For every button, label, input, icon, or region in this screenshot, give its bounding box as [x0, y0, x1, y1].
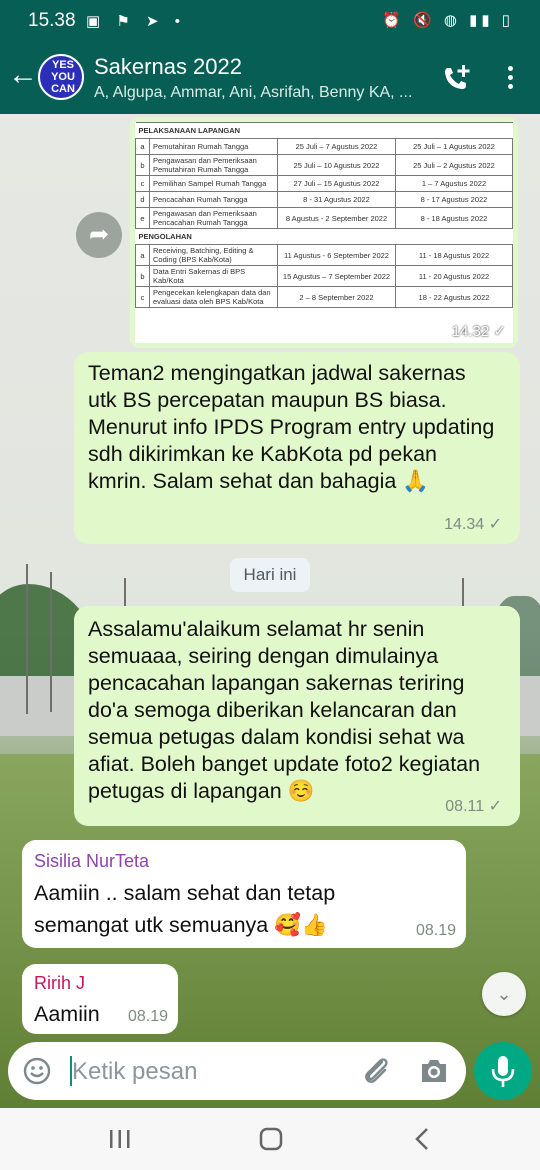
sender-name[interactable]: Ririh J [34, 970, 166, 997]
group-title[interactable]: Sakernas 2022 [94, 54, 242, 80]
date-chip: Hari ini [230, 558, 310, 592]
message-bubble-incoming[interactable]: Ririh J Aamiin 08.19 [22, 964, 178, 1034]
message-time: 14.34 ✓ [444, 516, 502, 533]
table-row: b Data Entri Sakernas di BPS Kab/Kota 15… [135, 265, 513, 287]
notification-icons: ▣ ⚑ ➤ • [86, 13, 186, 30]
table-row: a Receiving, Batching, Editing & Coding … [135, 244, 513, 266]
back-arrow-icon[interactable]: ← [8, 60, 38, 94]
status-bar: 15.38 ▣ ⚑ ➤ • ⏰ 🔇 ◍ ▮▮ ▯ [0, 0, 540, 42]
message-bubble-outgoing[interactable]: Assalamu'alaikum selamat hr senin semuaa… [74, 606, 520, 826]
table-row: b Pengawasan dan Pemeriksaan Pemutahiran… [135, 154, 513, 176]
status-time: 15.38 [28, 10, 76, 31]
table-row: c Pemilihan Sampel Rumah Tangga 27 Juli … [135, 175, 513, 192]
table-row: e Pengawasan dan Pemeriksaan Pencacahan … [135, 207, 513, 229]
camera-icon[interactable] [418, 1056, 450, 1086]
group-members[interactable]: A, Algupa, Ammar, Ani, Asrifah, Benny KA… [94, 84, 412, 102]
section-title: PELAKSANAAN LAPANGAN [135, 122, 513, 139]
attach-icon[interactable] [360, 1054, 392, 1088]
message-time: 14.32 ✓ [451, 323, 506, 340]
system-icons: ⏰ 🔇 ◍ ▮▮ ▯ [382, 12, 514, 29]
table-row: c Pengecekan kelengkapan data dan evalua… [135, 286, 513, 308]
message-bubble-outgoing[interactable]: Teman2 mengingatkan jadwal sakernas utk … [74, 352, 520, 544]
recent-apps-icon[interactable] [108, 1128, 132, 1150]
forward-icon[interactable]: ➦ [76, 212, 122, 258]
table-row: d Pencacahan Rumah Tangga 8 - 31 Agustus… [135, 191, 513, 208]
mic-icon[interactable] [474, 1042, 532, 1100]
message-composer[interactable]: Ketik pesan [8, 1042, 466, 1100]
system-navigation-bar [0, 1108, 540, 1170]
message-text: Teman2 mengingatkan jadwal sakernas utk … [88, 361, 495, 493]
table-row: a Pemutahiran Rumah Tangga 25 Juli – 7 A… [135, 138, 513, 155]
group-avatar[interactable]: YES YOU CAN [38, 54, 84, 100]
message-text: Aamiin .. salam sehat dan tetap semangat… [34, 881, 336, 937]
message-input[interactable]: Ketik pesan [72, 1058, 197, 1086]
add-call-icon[interactable] [440, 62, 472, 94]
message-time: 08.19 [415, 922, 456, 939]
schedule-image[interactable]: PELAKSANAAN LAPANGAN a Pemutahiran Rumah… [135, 122, 513, 343]
message-time: 08.11 ✓ [445, 798, 502, 815]
more-options-icon[interactable] [500, 62, 520, 94]
message-bubble-incoming[interactable]: Sisilia NurTeta Aamiin .. salam sehat da… [22, 840, 466, 948]
message-time: 08.19 [127, 1008, 168, 1025]
message-text: Assalamu'alaikum selamat hr senin semuaa… [88, 617, 481, 803]
chat-header: 15.38 ▣ ⚑ ➤ • ⏰ 🔇 ◍ ▮▮ ▯ ← YES YOU CAN S… [0, 0, 540, 114]
sender-name[interactable]: Sisilia NurTeta [34, 848, 454, 875]
home-icon[interactable] [258, 1126, 284, 1152]
emoji-icon[interactable] [22, 1056, 52, 1086]
scroll-down-icon[interactable]: ⌄ [482, 972, 526, 1016]
section-title: PENGOLAHAN [135, 228, 513, 245]
nav-back-icon[interactable] [412, 1126, 432, 1152]
image-message[interactable]: PELAKSANAAN LAPANGAN a Pemutahiran Rumah… [130, 117, 518, 348]
